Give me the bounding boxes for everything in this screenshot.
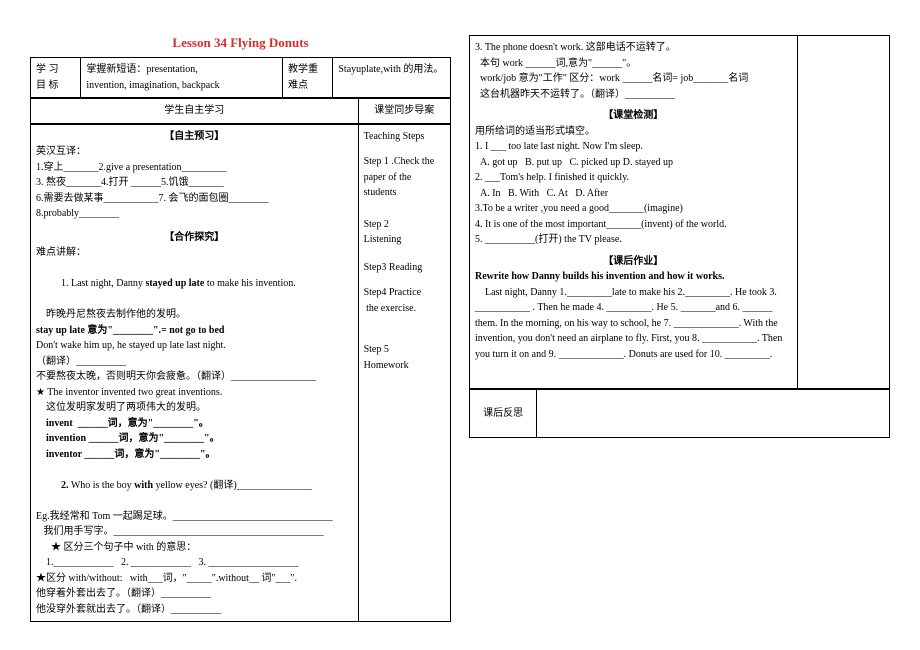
rline: 3. The phone doesn't work. 这部电话不运转了。 — [475, 40, 792, 56]
check-item: 4. It is one of the most important______… — [475, 217, 792, 233]
check-item: 1. I ___ too late last night. Now I'm sl… — [475, 139, 792, 155]
reflect-label: 课后反思 — [470, 390, 537, 438]
coop-header: 【合作探究】 — [36, 230, 353, 246]
check-item: A. got up B. put up C. picked up D. stay… — [475, 155, 792, 171]
step1: Step 1 .Check the paper of the students — [364, 154, 445, 201]
preview-item: 1.穿上_______2.give a presentation________… — [36, 160, 353, 176]
main-content: 【自主预习】 英汉互译： 1.穿上_______2.give a present… — [30, 124, 451, 623]
preview-item: 6.需要去做某事___________7. 会飞的面包圈________ — [36, 191, 353, 207]
rline: 本句 work ______词,意为"______"。 — [475, 56, 792, 72]
headers-row: 学生自主学习 课堂同步导案 — [30, 98, 451, 124]
right-content: 3. The phone doesn't work. 这部电话不运转了。 本句 … — [469, 35, 890, 389]
check-item: 2. ___Tom's help. I finished it quickly. — [475, 170, 792, 186]
star-cn: 这位发明家发明了两项伟大的发明。 — [36, 400, 353, 416]
check-item: 3.To be a writer ,you need a good_______… — [475, 201, 792, 217]
preview-header: 【自主预习】 — [36, 129, 353, 145]
coop-line: 1. Last night, Danny stayed up late to m… — [36, 261, 353, 308]
goal-table: 学 习 目 标 掌握新短语：presentation, invention, i… — [30, 57, 451, 98]
reflect-empty — [537, 390, 890, 438]
reflect-table: 课后反思 — [469, 389, 890, 438]
dont-wake: Don't wake him up, he stayed up late las… — [36, 338, 353, 354]
homework-header: 【课后作业】 — [475, 254, 792, 270]
star2-items: 1.____________ 2. ____________ 3. ______… — [36, 555, 353, 571]
title: Lesson 34 Flying Donuts — [30, 35, 451, 51]
star3: ★区分 with/without: with___词，"_____".witho… — [36, 571, 353, 587]
homework-title: Rewrite how Danny builds his invention a… — [475, 269, 792, 285]
star2: ★ 区分三个句子中 with 的意思： — [36, 540, 353, 556]
focus-text: Stayuplate,with 的用法。 — [333, 58, 451, 98]
goal-label: 学 习 目 标 — [31, 58, 81, 98]
right-empty-col — [797, 36, 889, 389]
steps-header: Teaching Steps — [364, 129, 445, 145]
coop-line: 昨晚丹尼熬夜去制作他的发明。 — [36, 307, 353, 323]
homework-text: Last night, Danny 1._________late to mak… — [475, 285, 792, 363]
invent-line: invent ______词，意为"________"。 — [36, 416, 353, 432]
sleep-line: 不要熬夜太晚，否则明天你会疲惫。（翻译）_________________ — [36, 369, 353, 385]
check-header: 【课堂检测】 — [475, 108, 792, 124]
step3: Step3 Reading — [364, 260, 445, 276]
invent-line: inventor ______词，意为"________"。 — [36, 447, 353, 463]
step5: Step 5 Homework — [364, 342, 445, 373]
goal-text: 掌握新短语：presentation, invention, imaginati… — [81, 58, 283, 98]
check-item: A. In B. With C. At D. After — [475, 186, 792, 202]
focus-label: 教学重 难点 — [282, 58, 332, 98]
invent-line: invention ______词，意为"________"。 — [36, 431, 353, 447]
step2: Step 2 Listening — [364, 217, 445, 248]
coop-intro: 难点讲解： — [36, 245, 353, 261]
step4: Step4 Practice the exercise. — [364, 285, 445, 316]
stay-up-line: stay up late 意为"________".= not go to be… — [36, 323, 353, 339]
item2: 2. Who is the boy with yellow eyes? (翻译)… — [36, 462, 353, 509]
left-content: 【自主预习】 英汉互译： 1.穿上_______2.give a present… — [31, 124, 359, 622]
eg-line: Eg.我经常和 Tom 一起踢足球。______________________… — [36, 509, 353, 525]
steps-column: Teaching Steps Step 1 .Check the paper o… — [358, 124, 450, 622]
rline: 这台机器昨天不运转了。（翻译）__________ — [475, 87, 792, 103]
star-line: ★ The inventor invented two great invent… — [36, 385, 353, 401]
preview-item: 3. 熬夜_______4.打开 ______5.饥饿_______ — [36, 175, 353, 191]
self-study-header: 学生自主学习 — [31, 99, 359, 124]
rline: work/job 意为"工作" 区分：work ______名词= job___… — [475, 71, 792, 87]
out1: 他穿着外套出去了。（翻译）__________ — [36, 586, 353, 602]
write-line: 我们用手写字。_________________________________… — [36, 524, 353, 540]
check-intro: 用所给词的适当形式填空。 — [475, 124, 792, 140]
right-left-content: 3. The phone doesn't work. 这部电话不运转了。 本句 … — [470, 36, 798, 389]
translate-line: （翻译）__________ — [36, 354, 353, 370]
preview-item: 8.probably________ — [36, 206, 353, 222]
check-item: 5. __________(打开) the TV please. — [475, 232, 792, 248]
sync-header: 课堂同步导案 — [358, 99, 450, 124]
preview-intro: 英汉互译： — [36, 144, 353, 160]
out2: 他没穿外套就出去了。（翻译）__________ — [36, 602, 353, 618]
